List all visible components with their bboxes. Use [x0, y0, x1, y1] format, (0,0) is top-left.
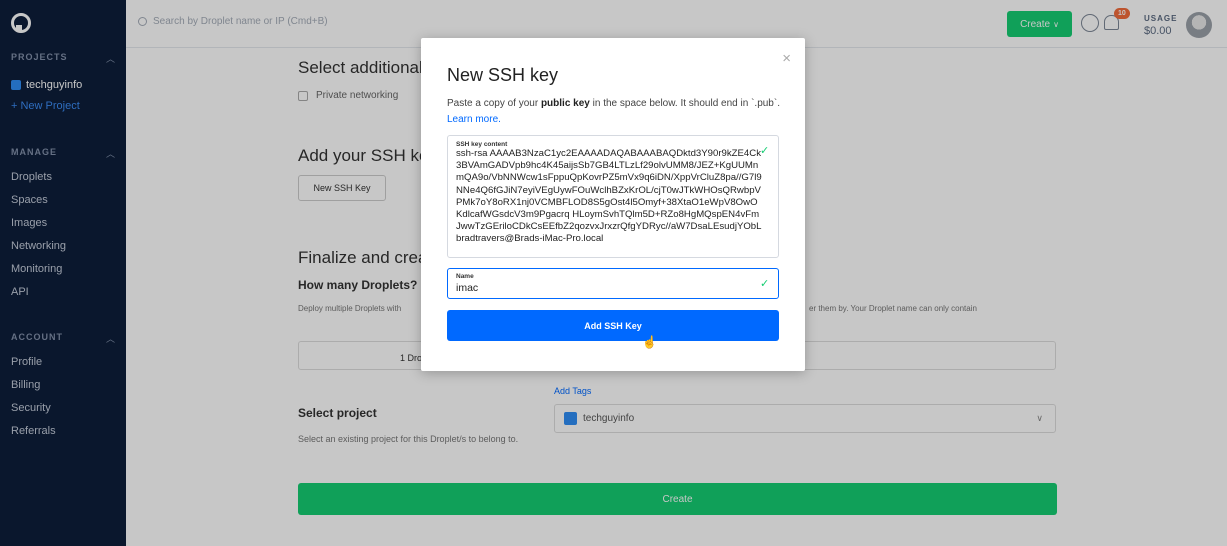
ssh-key-content-label: SSH key content [456, 141, 508, 148]
name-input[interactable] [456, 282, 736, 294]
ssh-key-content-field[interactable]: SSH key content ssh-rsa AAAAB3NzaC1yc2EA… [447, 135, 779, 258]
hand-cursor-icon: ☝ [642, 335, 657, 349]
add-ssh-key-button[interactable]: Add SSH Key [447, 310, 779, 341]
desc-text-post: in the space below. It should end in `.p… [589, 98, 780, 109]
close-icon[interactable]: × [782, 50, 791, 67]
check-icon: ✓ [760, 145, 770, 157]
learn-more-link[interactable]: Learn more. [447, 114, 501, 125]
modal-title: New SSH key [447, 65, 559, 85]
name-field[interactable]: Name ✓ [447, 268, 779, 299]
desc-text-pre: Paste a copy of your [447, 98, 541, 109]
name-label: Name [456, 273, 474, 280]
modal-description: Paste a copy of your public key in the s… [447, 96, 787, 128]
new-ssh-key-modal: × New SSH key Paste a copy of your publi… [421, 38, 805, 371]
desc-text-bold: public key [540, 98, 590, 109]
ssh-key-textarea[interactable]: ssh-rsa AAAAB3NzaC1yc2EAAAADAQABAAABAQDk… [456, 148, 762, 257]
check-icon: ✓ [760, 278, 770, 290]
